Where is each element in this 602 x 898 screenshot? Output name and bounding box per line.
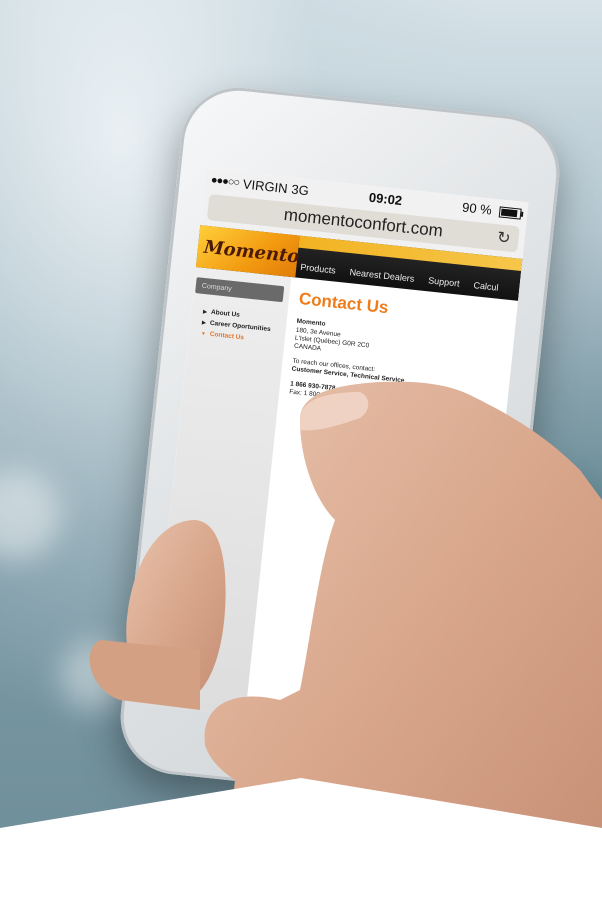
carrier-label: VIRGIN: [242, 175, 289, 196]
triangle-right-icon: ▶: [202, 308, 208, 315]
nav-calcul[interactable]: Calcul: [473, 280, 499, 293]
clock: 09:02: [368, 189, 403, 208]
sidebar-menu: ▶ About Us ▶ Career Oportunities ▼ Contact …: [201, 308, 288, 346]
signal-dots-icon: ●●●○○: [210, 174, 240, 189]
reload-icon[interactable]: ↻: [496, 227, 511, 248]
nav-products[interactable]: Products: [300, 262, 336, 276]
battery-icon: [498, 205, 522, 220]
triangle-right-icon: ▶: [201, 319, 207, 326]
phone-screen: ●●●○○ VIRGIN 3G 09:02 90 % momentoconfor…: [149, 168, 529, 740]
nav-support[interactable]: Support: [428, 275, 460, 288]
bokeh-light: [0, 470, 60, 560]
chevron-banner: [0, 778, 602, 898]
photo-scene: ●●●○○ VIRGIN 3G 09:02 90 % momentoconfor…: [0, 0, 602, 898]
triangle-down-icon: ▼: [200, 330, 207, 337]
smartphone: ●●●○○ VIRGIN 3G 09:02 90 % momentoconfor…: [114, 82, 566, 808]
bokeh-light: [60, 640, 130, 710]
nav-nearest-dealers[interactable]: Nearest Dealers: [349, 267, 415, 284]
battery-percent: 90 %: [461, 199, 493, 218]
sidebar-section-company[interactable]: Company: [195, 277, 285, 303]
network-label: 3G: [290, 181, 310, 198]
